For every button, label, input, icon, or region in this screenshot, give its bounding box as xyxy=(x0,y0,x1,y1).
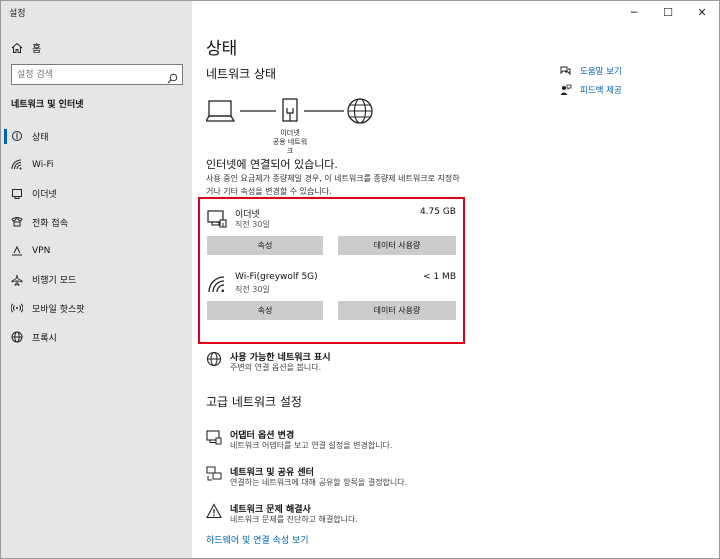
sidebar-item-proxy[interactable]: 프록시 xyxy=(1,323,192,352)
adapter-options-subtitle: 네트워크 어댑터를 보고 연결 설정을 변경합니다. xyxy=(230,441,393,450)
sidebar-nav: 상태 Wi-Fi 이더넷 전화 접속 VPN 비행기 모드 모바일 핫스팟 프록… xyxy=(1,122,192,352)
hardware-properties-link[interactable]: 하드웨어 및 연결 속성 보기 xyxy=(206,533,309,546)
network-sharing-center[interactable]: 네트워크 및 공유 센터 연결하는 네트워크에 대해 공유할 항목을 결정합니다… xyxy=(206,465,466,489)
globe-link-icon xyxy=(206,351,222,367)
window-title: 설정 xyxy=(9,9,26,19)
globe-icon xyxy=(347,98,373,124)
dialup-icon xyxy=(11,216,23,228)
sidebar-section-title: 네트워크 및 인터넷 xyxy=(11,100,84,110)
sidebar-item-status[interactable]: 상태 xyxy=(1,122,192,151)
sidebar-item-vpn[interactable]: VPN xyxy=(1,237,192,266)
search-input[interactable] xyxy=(12,65,162,84)
show-available-networks[interactable]: 사용 가능한 네트워크 표시 주변의 연결 옵션을 봅니다. xyxy=(206,350,406,374)
show-networks-subtitle: 주변의 연결 옵션을 봅니다. xyxy=(230,363,322,372)
hotspot-icon xyxy=(11,302,23,314)
get-help-link[interactable]: 도움말 보기 xyxy=(560,61,622,80)
sidebar-item-label: 모바일 핫스팟 xyxy=(32,304,85,315)
sidebar-item-label: 비행기 모드 xyxy=(32,276,77,287)
help-links: 도움말 보기 피드백 제공 xyxy=(560,61,622,99)
sidebar-item-ethernet[interactable]: 이더넷 xyxy=(1,179,192,208)
sidebar-item-label: 이더넷 xyxy=(32,190,57,201)
adapter-icon xyxy=(206,429,222,445)
highlight-box xyxy=(198,197,465,344)
feedback-link[interactable]: 피드백 제공 xyxy=(560,80,622,99)
sidebar-item-label: VPN xyxy=(32,246,51,257)
search-box[interactable] xyxy=(11,64,183,85)
advanced-settings-heading: 고급 네트워크 설정 xyxy=(206,395,302,409)
home-icon xyxy=(11,42,23,54)
sidebar-item-wifi[interactable]: Wi-Fi xyxy=(1,151,192,180)
get-help-label: 도움말 보기 xyxy=(580,66,622,77)
network-troubleshooter[interactable]: 네트워크 문제 해결사 네트워크 문제를 진단하고 해결합니다. xyxy=(206,502,466,526)
change-adapter-options[interactable]: 어댑터 옵션 변경 네트워크 어댑터를 보고 연결 설정을 변경합니다. xyxy=(206,428,466,452)
sidebar-item-label: Wi-Fi xyxy=(32,160,54,171)
warning-icon xyxy=(206,503,222,519)
sharing-center-icon xyxy=(206,466,222,482)
vpn-icon xyxy=(11,245,23,257)
sharing-center-subtitle: 연결하는 네트워크에 대해 공유할 항목을 결정합니다. xyxy=(230,478,408,487)
ethernet-plug-icon xyxy=(282,98,298,122)
sidebar-item-label: 프록시 xyxy=(32,333,57,344)
troubleshooter-subtitle: 네트워크 문제를 진단하고 해결합니다. xyxy=(230,515,358,524)
search-icon[interactable] xyxy=(167,69,178,84)
airplane-icon xyxy=(11,274,23,286)
sidebar-item-dialup[interactable]: 전화 접속 xyxy=(1,208,192,237)
sidebar-item-label: 전화 접속 xyxy=(32,218,68,229)
help-chat-icon xyxy=(560,65,572,77)
sidebar-item-hotspot[interactable]: 모바일 핫스팟 xyxy=(1,294,192,323)
page-title: 상태 xyxy=(206,39,238,59)
home-link[interactable]: 홈 xyxy=(11,40,41,55)
settings-window: 홈 네트워크 및 인터넷 상태 Wi-Fi xyxy=(0,0,720,559)
laptop-icon xyxy=(204,100,236,122)
feedback-person-icon xyxy=(560,84,572,96)
home-label: 홈 xyxy=(32,44,42,55)
sidebar-item-airplane[interactable]: 비행기 모드 xyxy=(1,265,192,294)
network-diagram-graphic xyxy=(204,98,373,124)
feedback-label: 피드백 제공 xyxy=(580,85,622,96)
proxy-icon xyxy=(11,331,23,343)
ethernet-icon xyxy=(11,188,23,200)
sidebar: 홈 네트워크 및 인터넷 상태 Wi-Fi xyxy=(1,1,192,558)
diagram-label-text: 이더넷 공용 네트워크 xyxy=(272,129,308,155)
network-diagram xyxy=(204,96,376,132)
diagram-label: 이더넷 공용 네트워크 xyxy=(270,129,310,156)
wifi-icon xyxy=(11,159,23,171)
network-status-heading: 네트워크 상태 xyxy=(206,67,277,81)
connected-status-text: 인터넷에 연결되어 있습니다. xyxy=(206,158,338,171)
status-icon xyxy=(11,130,23,142)
metered-description: 사용 중인 요금제가 종량제일 경우, 이 네트워크를 종량제 네트워크로 지정… xyxy=(206,174,460,196)
sidebar-item-label: 상태 xyxy=(32,132,49,143)
